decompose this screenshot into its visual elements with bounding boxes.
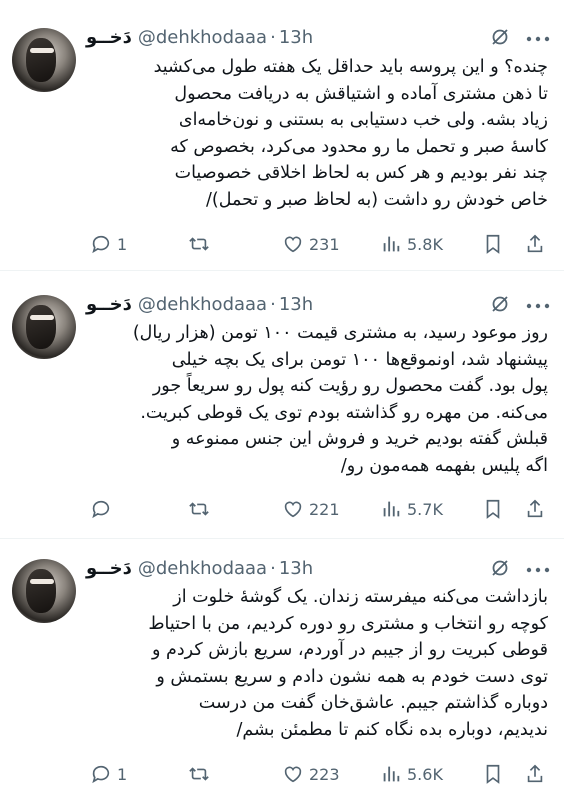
like-count: 231 [309,234,340,254]
reply-icon [92,500,110,519]
tweet-text-line: روز موعود رسید، به مشتری قیمت ۱۰۰ تومن (… [132,323,548,343]
views-button[interactable]: 5.6K [380,762,443,786]
tweet-header: دَخــو @dehkhodaaa · 13h [86,557,314,579]
like-count: 223 [309,764,340,784]
more-icon[interactable] [524,31,552,47]
tweet-text: روز موعود رسید، به مشتری قیمت ۱۰۰ تومن (… [86,320,548,479]
grok-icon[interactable] [490,27,510,47]
bookmark-button[interactable] [482,762,504,786]
author-handle[interactable]: @dehkhodaaa [138,294,267,315]
tweet-text-line: چند نفر بودیم و هر کس به لحاظ اخلاقی خصو… [174,163,548,183]
tweet[interactable]: دَخــو @dehkhodaaa · 13h بازداشت می‌کنه … [0,539,564,800]
tweet-text-line: کوچه رو انتخاب و مشتری رو دوره کردیم، من… [148,613,548,634]
tweet-text-line: دوباره گذاشتم جیبم. عاشق‌خان گفت من درست [198,693,548,713]
tweet-text-line: توی دست خودم به همه نشون دادم و سریع بست… [156,666,548,687]
timestamp[interactable]: 13h [279,27,313,48]
tweet-text: بازداشت می‌کنه میفرسته زندان. یک گوشهٔ خ… [86,584,548,743]
like-button[interactable]: 231 [282,232,340,256]
avatar[interactable] [12,28,76,92]
share-icon [527,764,543,783]
views-count: 5.7K [407,499,443,519]
like-button[interactable]: 223 [282,762,340,786]
tweet-text-line: بازداشت می‌کنه میفرسته زندان. یک گوشهٔ خ… [173,587,548,607]
author-name[interactable]: دَخــو [86,294,132,315]
bookmark-icon [486,764,500,784]
tweet-text-line: ندیدیم، دوباره بده نگاه کنم تا مطمئن بشم… [236,719,548,740]
heart-icon [284,236,302,253]
avatar[interactable] [12,559,76,623]
share-button[interactable] [524,762,546,786]
tweet-text-line: چنده؟ و این پروسه باید حداقل یک هفته طول… [153,57,548,77]
timestamp[interactable]: 13h [279,558,313,579]
bookmark-button[interactable] [482,232,504,256]
bookmark-button[interactable] [482,497,504,521]
avatar[interactable] [12,295,76,359]
more-icon[interactable] [524,562,552,578]
retweet-icon [189,767,209,781]
tweet-text-line: خاص خودش رو داشت (به لحاظ صبر و تحمل)/ [206,189,548,210]
tweet[interactable]: دَخــو @dehkhodaaa · 13h چنده؟ و این پرو… [0,0,564,270]
tweet-text-line: تا ذهن مشتری آماده و اشتیاقش به دریافت م… [174,83,548,104]
tweet-text-line: می‌کنه. من مهره رو گذاشته بودم توی یک قو… [140,402,548,423]
author-handle[interactable]: @dehkhodaaa [138,558,267,579]
reply-icon [92,235,110,254]
author-name[interactable]: دَخــو [86,27,132,48]
tweet-text-line: کاسهٔ صبر و تحمل ما رو محدود می‌کرد، بخص… [170,136,548,157]
tweet-actions: 221 5.7K [86,497,556,521]
share-icon [527,234,543,253]
retweet-button[interactable] [188,232,210,256]
like-button[interactable]: 221 [282,497,340,521]
grok-icon[interactable] [490,558,510,578]
views-icon [383,236,400,252]
tweet-header: دَخــو @dehkhodaaa · 13h [86,293,314,315]
share-button[interactable] [524,232,546,256]
share-icon [527,499,543,518]
heart-icon [284,766,302,783]
reply-button[interactable]: 1 [90,762,127,786]
tweet-actions: 1 223 5.6K [86,762,556,786]
grok-icon[interactable] [490,294,510,314]
views-count: 5.6K [407,764,443,784]
author-handle[interactable]: @dehkhodaaa [138,27,267,48]
tweet-text: چنده؟ و این پروسه باید حداقل یک هفته طول… [86,54,548,213]
share-button[interactable] [524,497,546,521]
tweet[interactable]: دَخــو @dehkhodaaa · 13h روز موعود رسید،… [0,271,564,537]
tweet-text-line: زیاد بشه. ولی خب دستیابی به بستنی و نون‌… [178,110,548,130]
retweet-icon [189,502,209,516]
views-icon [383,766,400,782]
retweet-button[interactable] [188,762,210,786]
author-name[interactable]: دَخــو [86,558,132,579]
tweet-header: دَخــو @dehkhodaaa · 13h [86,26,314,48]
like-count: 221 [309,499,340,519]
tweet-actions: 1 231 5.8K [86,232,556,256]
reply-count: 1 [117,234,128,254]
retweet-button[interactable] [188,497,210,521]
views-button[interactable]: 5.8K [380,232,443,256]
tweet-text-line: اگه پلیس بفهمه همه‌مون رو/ [340,455,548,476]
tweet-text-line: پول بود. گفت محصول رو رؤیت کنه پول رو سر… [152,376,548,396]
heart-icon [284,501,302,518]
views-count: 5.8K [407,234,443,254]
timestamp[interactable]: 13h [279,294,313,315]
tweet-text-line: قوطی کبریت رو از جیبم در آوردم، سریع باز… [152,640,548,660]
reply-button[interactable]: 1 [90,232,127,256]
views-icon [383,501,400,517]
reply-icon [92,765,110,784]
bookmark-icon [486,234,500,254]
tweet-text-line: پیشنهاد شد، اونموقع‌ها ۱۰۰ تومن برای یک … [171,349,548,370]
views-button[interactable]: 5.7K [380,497,443,521]
more-icon[interactable] [524,298,552,314]
reply-count: 1 [117,764,128,784]
tweet-text-line: قبلش گفته بودیم خرید و فروش این جنس ممنو… [171,429,548,449]
reply-button[interactable] [90,497,117,521]
retweet-icon [189,237,209,251]
bookmark-icon [486,499,500,519]
